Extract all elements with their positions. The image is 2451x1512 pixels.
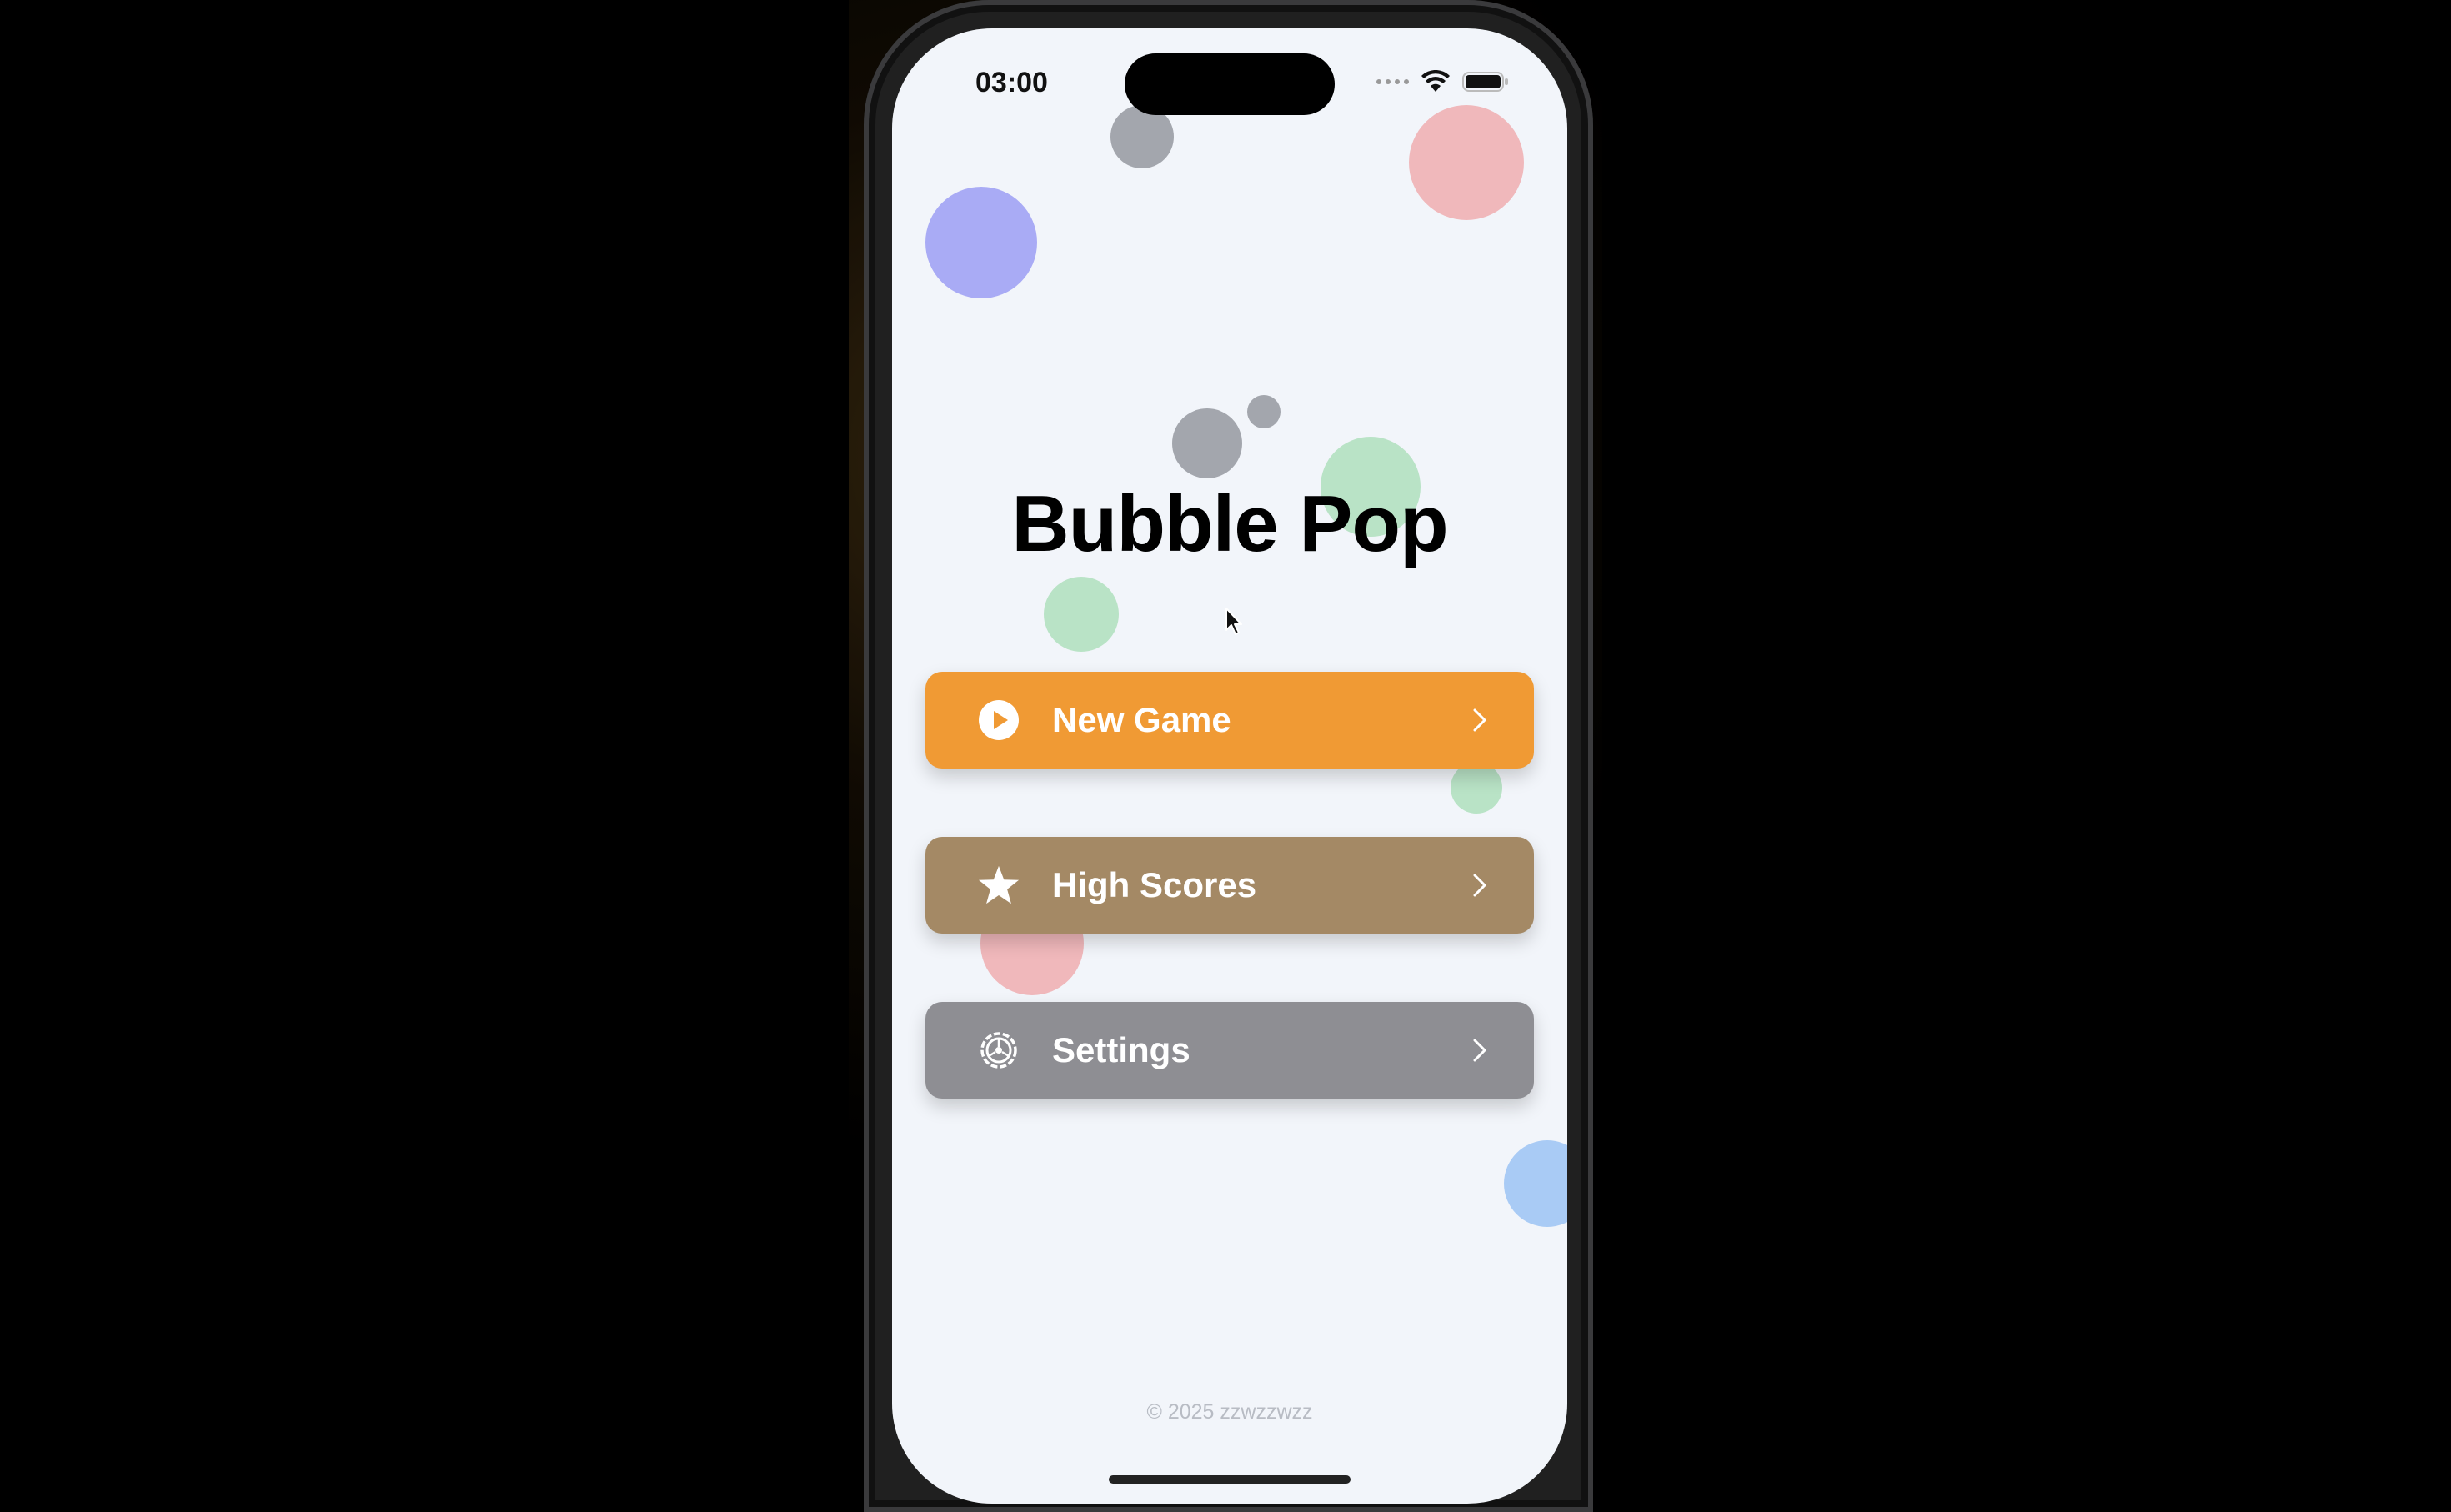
copyright-footer: © 2025 zzwzzwzz: [1146, 1400, 1313, 1424]
wifi-icon: [1421, 70, 1451, 93]
dynamic-island: [1125, 53, 1335, 115]
bubble[interactable]: [925, 187, 1037, 298]
bubble[interactable]: [1409, 105, 1524, 220]
app-title: Bubble Pop: [1011, 479, 1448, 568]
bubble[interactable]: [1504, 1140, 1567, 1227]
home-indicator[interactable]: [1109, 1475, 1351, 1484]
chevron-right-icon: [1467, 1034, 1492, 1067]
status-time: 03:00: [975, 67, 1048, 98]
bubble[interactable]: [1451, 762, 1502, 814]
desktop-background: 03:00 Bubble Pop New Game High Scores Se…: [0, 0, 2451, 1512]
chevron-right-icon: [1467, 703, 1492, 737]
gear-icon: [977, 1029, 1020, 1072]
play-circle-icon: [977, 698, 1020, 742]
high-scores-label: High Scores: [1052, 865, 1257, 904]
bubble[interactable]: [1044, 577, 1119, 652]
bubble[interactable]: [1172, 408, 1242, 478]
settings-label: Settings: [1052, 1030, 1190, 1069]
status-indicators: [1376, 70, 1509, 93]
mouse-cursor-icon: [1225, 607, 1245, 641]
bubble[interactable]: [1247, 395, 1281, 428]
high-scores-button[interactable]: High Scores: [925, 837, 1534, 934]
cellular-signal-icon: [1376, 79, 1409, 84]
star-icon: [977, 864, 1020, 907]
chevron-right-icon: [1467, 869, 1492, 902]
new-game-label: New Game: [1052, 700, 1231, 739]
settings-button[interactable]: Settings: [925, 1002, 1534, 1099]
app-screen: 03:00 Bubble Pop New Game High Scores Se…: [892, 28, 1567, 1504]
new-game-button[interactable]: New Game: [925, 672, 1534, 769]
battery-icon: [1462, 71, 1509, 93]
